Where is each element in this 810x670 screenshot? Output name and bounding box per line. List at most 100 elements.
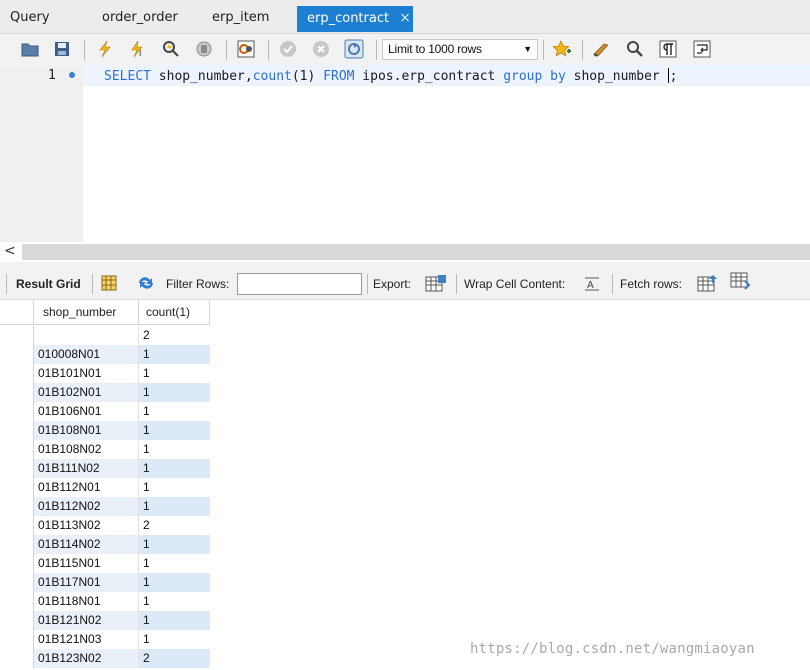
table-row[interactable]: 01B123N02 2 xyxy=(0,649,210,668)
close-tab-icon[interactable]: × xyxy=(399,10,411,26)
table-row[interactable]: 01B121N02 1 xyxy=(0,611,210,630)
table-row[interactable]: 01B113N02 2 xyxy=(0,516,210,535)
execute-current-icon[interactable]: I xyxy=(128,39,148,59)
row-indicator[interactable] xyxy=(0,383,34,402)
table-row[interactable]: 01B115N01 1 xyxy=(0,554,210,573)
tab-erp-item[interactable]: erp_item xyxy=(202,6,290,32)
row-indicator[interactable] xyxy=(0,459,34,478)
row-indicator[interactable] xyxy=(0,364,34,383)
cell-count[interactable]: 1 xyxy=(138,630,210,649)
table-row[interactable]: 01B101N01 1 xyxy=(0,364,210,383)
cell-shop-number[interactable]: 01B112N02 xyxy=(34,497,138,516)
table-row[interactable]: 01B117N01 1 xyxy=(0,573,210,592)
stop-icon[interactable] xyxy=(194,39,214,59)
wrap-text-icon[interactable]: A xyxy=(584,276,600,295)
invisible-chars-icon[interactable] xyxy=(658,39,678,59)
scroll-left-icon[interactable]: < xyxy=(4,243,16,259)
autocommit-icon[interactable] xyxy=(344,39,364,59)
table-row[interactable]: 01B118N01 1 xyxy=(0,592,210,611)
row-indicator[interactable] xyxy=(0,497,34,516)
table-row[interactable]: 2 xyxy=(0,326,210,345)
table-row[interactable]: 01B106N01 1 xyxy=(0,402,210,421)
cell-count[interactable]: 1 xyxy=(138,383,210,402)
export-icon[interactable] xyxy=(425,274,447,295)
row-indicator[interactable] xyxy=(0,535,34,554)
fetch-all-rows-icon[interactable] xyxy=(730,272,752,293)
table-row[interactable]: 01B108N01 1 xyxy=(0,421,210,440)
cell-count[interactable]: 1 xyxy=(138,592,210,611)
cell-shop-number[interactable]: 010008N01 xyxy=(34,345,138,364)
cell-shop-number[interactable]: 01B118N01 xyxy=(34,592,138,611)
cell-count[interactable]: 1 xyxy=(138,478,210,497)
rollback-icon[interactable] xyxy=(311,39,331,59)
cell-shop-number[interactable]: 01B113N02 xyxy=(34,516,138,535)
row-indicator[interactable] xyxy=(0,611,34,630)
open-folder-icon[interactable] xyxy=(20,39,40,59)
save-icon[interactable] xyxy=(52,39,72,59)
tab-erp-contract[interactable]: erp_contract × xyxy=(297,6,413,32)
cell-shop-number[interactable] xyxy=(34,326,138,345)
table-row[interactable]: 010008N01 1 xyxy=(0,345,210,364)
cell-count[interactable]: 1 xyxy=(138,421,210,440)
filter-rows-input[interactable] xyxy=(237,273,362,295)
row-indicator[interactable] xyxy=(0,573,34,592)
cell-shop-number[interactable]: 01B102N01 xyxy=(34,383,138,402)
cell-shop-number[interactable]: 01B111N02 xyxy=(34,459,138,478)
sql-statement[interactable]: SELECT shop_number,count(1) FROM ipos.er… xyxy=(104,68,677,84)
cell-shop-number[interactable]: 01B106N01 xyxy=(34,402,138,421)
result-grid-button[interactable]: Result Grid xyxy=(16,277,81,291)
cell-count[interactable]: 2 xyxy=(138,326,210,345)
cell-shop-number[interactable]: 01B108N01 xyxy=(34,421,138,440)
table-row[interactable]: 01B108N02 1 xyxy=(0,440,210,459)
cell-shop-number[interactable]: 01B123N02 xyxy=(34,649,138,668)
explain-icon[interactable] xyxy=(161,39,181,59)
cell-count[interactable]: 1 xyxy=(138,611,210,630)
cell-shop-number[interactable]: 01B108N02 xyxy=(34,440,138,459)
cell-count[interactable]: 1 xyxy=(138,497,210,516)
row-indicator[interactable] xyxy=(0,345,34,364)
form-editor-icon[interactable] xyxy=(101,275,117,294)
table-row[interactable]: 01B112N01 1 xyxy=(0,478,210,497)
table-row[interactable]: 01B102N01 1 xyxy=(0,383,210,402)
row-indicator[interactable] xyxy=(0,554,34,573)
cell-count[interactable]: 1 xyxy=(138,364,210,383)
cell-count[interactable]: 1 xyxy=(138,345,210,364)
tab-order-order[interactable]: order_order xyxy=(92,6,192,32)
table-row[interactable]: 01B111N02 1 xyxy=(0,459,210,478)
row-indicator[interactable] xyxy=(0,421,34,440)
table-row[interactable]: 01B121N03 1 xyxy=(0,630,210,649)
scrollbar-track[interactable] xyxy=(22,244,810,260)
find-icon[interactable] xyxy=(625,39,645,59)
cell-shop-number[interactable]: 01B101N01 xyxy=(34,364,138,383)
row-indicator[interactable] xyxy=(0,630,34,649)
row-indicator[interactable] xyxy=(0,516,34,535)
row-indicator[interactable] xyxy=(0,592,34,611)
commit-icon[interactable] xyxy=(278,39,298,59)
column-header-count[interactable]: count(1) xyxy=(146,305,190,319)
cell-count[interactable]: 1 xyxy=(138,459,210,478)
cell-shop-number[interactable]: 01B114N02 xyxy=(34,535,138,554)
tab-query-1[interactable]: Query 1 xyxy=(0,6,60,49)
cell-shop-number[interactable]: 01B115N01 xyxy=(34,554,138,573)
column-header-shop-number[interactable]: shop_number xyxy=(43,305,116,319)
row-indicator[interactable] xyxy=(0,402,34,421)
row-indicator[interactable] xyxy=(0,326,34,345)
execute-icon[interactable] xyxy=(95,39,115,59)
favorite-icon[interactable] xyxy=(552,39,572,59)
row-indicator[interactable] xyxy=(0,649,34,668)
editor-horizontal-scrollbar[interactable]: < xyxy=(0,242,810,261)
beautify-icon[interactable] xyxy=(592,39,612,59)
wrap-icon[interactable] xyxy=(692,39,712,59)
cell-shop-number[interactable]: 01B121N02 xyxy=(34,611,138,630)
toggle-continue-on-error-icon[interactable] xyxy=(236,39,256,59)
table-row[interactable]: 01B112N02 1 xyxy=(0,497,210,516)
row-indicator[interactable] xyxy=(0,478,34,497)
fetch-next-rows-icon[interactable] xyxy=(697,274,719,295)
cell-shop-number[interactable]: 01B117N01 xyxy=(34,573,138,592)
row-indicator[interactable] xyxy=(0,440,34,459)
cell-count[interactable]: 1 xyxy=(138,440,210,459)
table-row[interactable]: 01B114N02 1 xyxy=(0,535,210,554)
cell-count[interactable]: 2 xyxy=(138,516,210,535)
cell-shop-number[interactable]: 01B112N01 xyxy=(34,478,138,497)
sql-editor[interactable]: 1 SELECT shop_number,count(1) FROM ipos.… xyxy=(0,65,810,242)
